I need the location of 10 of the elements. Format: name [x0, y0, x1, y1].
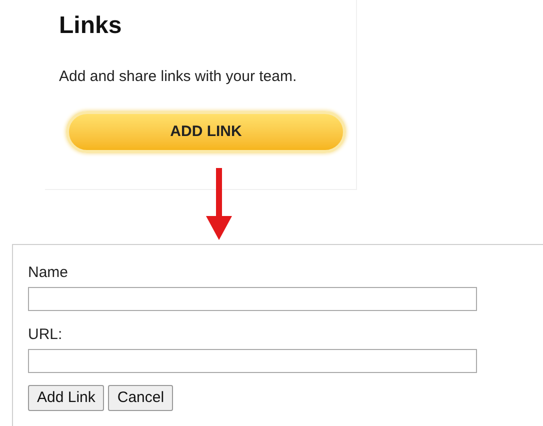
- form-button[interactable]: Cancel: [108, 385, 174, 411]
- form-button[interactable]: Add Link: [28, 385, 104, 411]
- field-label: Name: [28, 264, 68, 281]
- description-text: Add and share links with your team.: [59, 68, 297, 85]
- add-link-button[interactable]: ADD LINK: [66, 111, 346, 153]
- input-field[interactable]: [28, 349, 477, 373]
- field-label: URL:: [28, 326, 62, 343]
- input-field[interactable]: [28, 287, 477, 311]
- page-title: Links: [59, 12, 122, 40]
- arrow-icon: [206, 168, 232, 240]
